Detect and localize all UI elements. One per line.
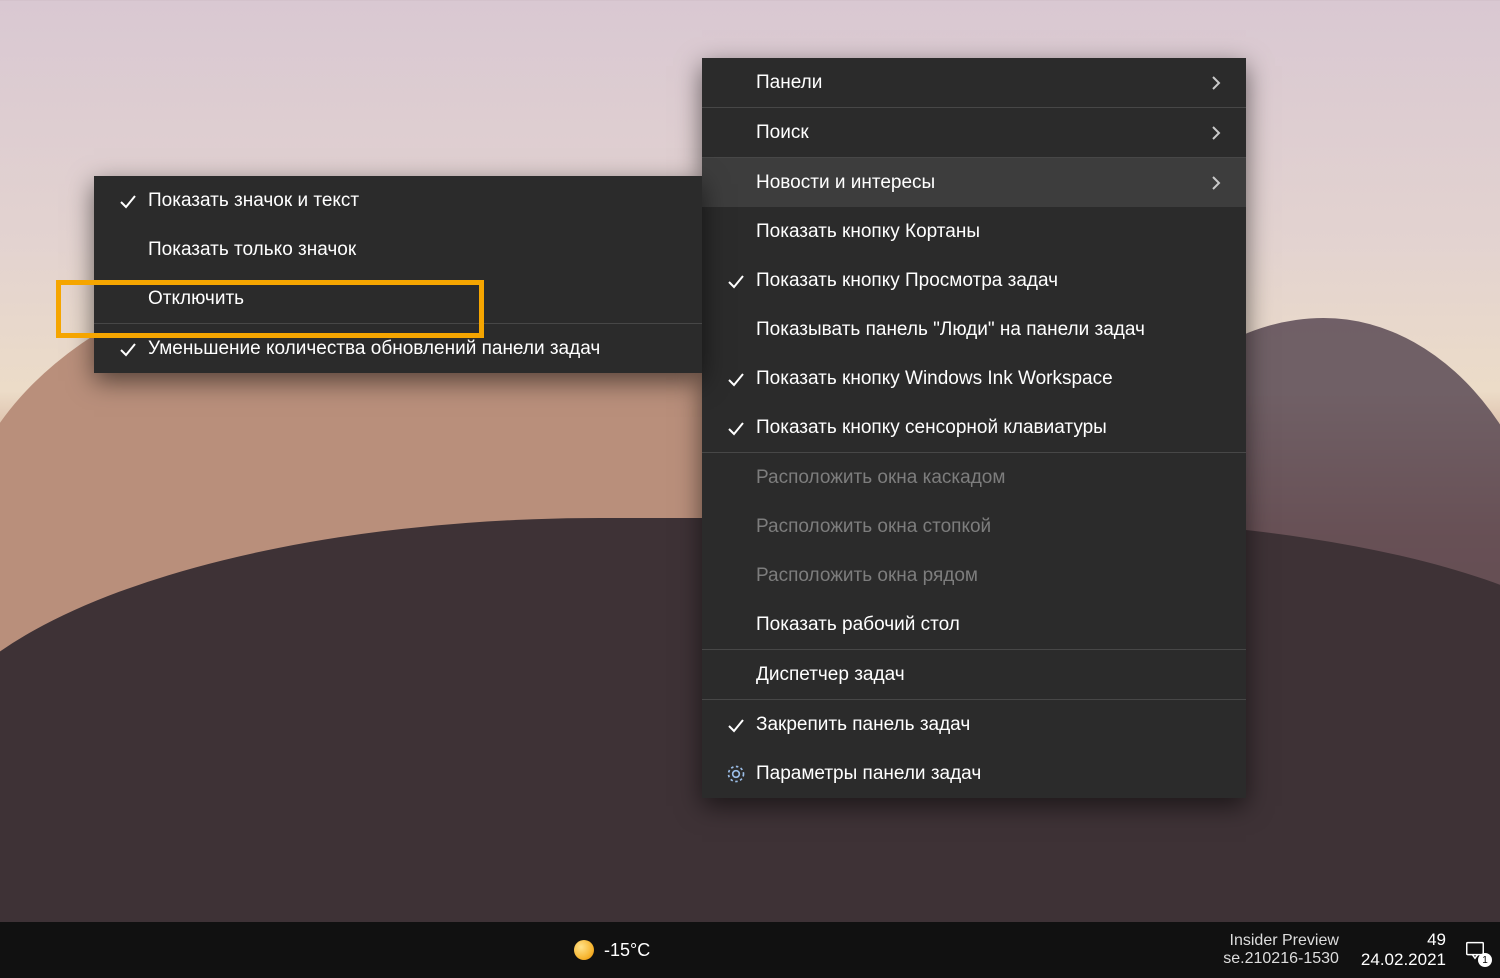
submenu-item-disable[interactable]: Отключить — [94, 274, 702, 323]
clock-date: 24.02.2021 — [1361, 950, 1446, 970]
menu-item-stack: Расположить окна стопкой — [702, 502, 1246, 551]
news-interests-submenu: Показать значок и текст Показать только … — [94, 176, 702, 373]
menu-label: Отключить — [148, 288, 680, 310]
submenu-item-icon-text[interactable]: Показать значок и текст — [94, 176, 702, 225]
menu-item-taskbar-settings[interactable]: Параметры панели задач — [702, 749, 1246, 798]
taskbar[interactable]: -15°C Insider Preview se.210216-1530 49 … — [0, 922, 1500, 978]
weather-sun-icon — [574, 940, 594, 960]
menu-item-task-manager[interactable]: Диспетчер задач — [702, 650, 1246, 699]
menu-item-touch-keyboard[interactable]: Показать кнопку сенсорной клавиатуры — [702, 403, 1246, 452]
menu-item-sidebyside: Расположить окна рядом — [702, 551, 1246, 600]
menu-item-taskview[interactable]: Показать кнопку Просмотра задач — [702, 256, 1246, 305]
action-center-icon[interactable] — [1460, 935, 1490, 965]
menu-label: Показать кнопку сенсорной клавиатуры — [756, 417, 1194, 439]
submenu-item-reduce-updates[interactable]: Уменьшение количества обновлений панели … — [94, 324, 702, 373]
check-icon — [726, 418, 746, 438]
menu-label: Расположить окна рядом — [756, 565, 1194, 587]
taskbar-context-menu: Панели Поиск Новости и интересы Показать… — [702, 58, 1246, 798]
menu-label: Новости и интересы — [756, 172, 1194, 194]
check-icon — [726, 271, 746, 291]
taskbar-clock[interactable]: 49 24.02.2021 — [1351, 930, 1456, 969]
menu-label: Закрепить панель задач — [756, 714, 1194, 736]
menu-label: Показать рабочий стол — [756, 614, 1194, 636]
check-icon — [118, 339, 138, 359]
menu-item-ink[interactable]: Показать кнопку Windows Ink Workspace — [702, 354, 1246, 403]
chevron-right-icon — [1208, 125, 1224, 141]
menu-label: Панели — [756, 72, 1194, 94]
menu-label: Параметры панели задач — [756, 763, 1194, 785]
menu-item-panels[interactable]: Панели — [702, 58, 1246, 107]
menu-label: Показать кнопку Кортаны — [756, 221, 1194, 243]
submenu-item-icon-only[interactable]: Показать только значок — [94, 225, 702, 274]
check-icon — [726, 715, 746, 735]
build-watermark: Insider Preview se.210216-1530 — [1223, 932, 1347, 969]
menu-item-show-desktop[interactable]: Показать рабочий стол — [702, 600, 1246, 649]
gear-icon — [726, 764, 746, 784]
check-icon — [118, 191, 138, 211]
menu-label: Уменьшение количества обновлений панели … — [148, 338, 680, 360]
menu-item-people[interactable]: Показывать панель "Люди" на панели задач — [702, 305, 1246, 354]
chevron-right-icon — [1208, 175, 1224, 191]
menu-label: Показать кнопку Windows Ink Workspace — [756, 368, 1194, 390]
check-icon — [726, 369, 746, 389]
menu-item-cascade: Расположить окна каскадом — [702, 453, 1246, 502]
menu-item-lock-taskbar[interactable]: Закрепить панель задач — [702, 700, 1246, 749]
menu-label: Показать кнопку Просмотра задач — [756, 270, 1194, 292]
weather-temp: -15°C — [604, 940, 650, 961]
menu-label: Поиск — [756, 122, 1194, 144]
menu-item-cortana[interactable]: Показать кнопку Кортаны — [702, 207, 1246, 256]
menu-item-news-interests[interactable]: Новости и интересы — [702, 158, 1246, 207]
weather-widget[interactable]: -15°C — [560, 940, 1223, 961]
menu-label: Расположить окна стопкой — [756, 516, 1194, 538]
chevron-right-icon — [1208, 75, 1224, 91]
clock-time: 49 — [1361, 930, 1446, 950]
menu-label: Показать значок и текст — [148, 190, 680, 212]
menu-label: Диспетчер задач — [756, 664, 1194, 686]
menu-item-search[interactable]: Поиск — [702, 108, 1246, 157]
menu-label: Показать только значок — [148, 239, 680, 261]
menu-label: Показывать панель "Люди" на панели задач — [756, 319, 1194, 341]
menu-label: Расположить окна каскадом — [756, 467, 1194, 489]
